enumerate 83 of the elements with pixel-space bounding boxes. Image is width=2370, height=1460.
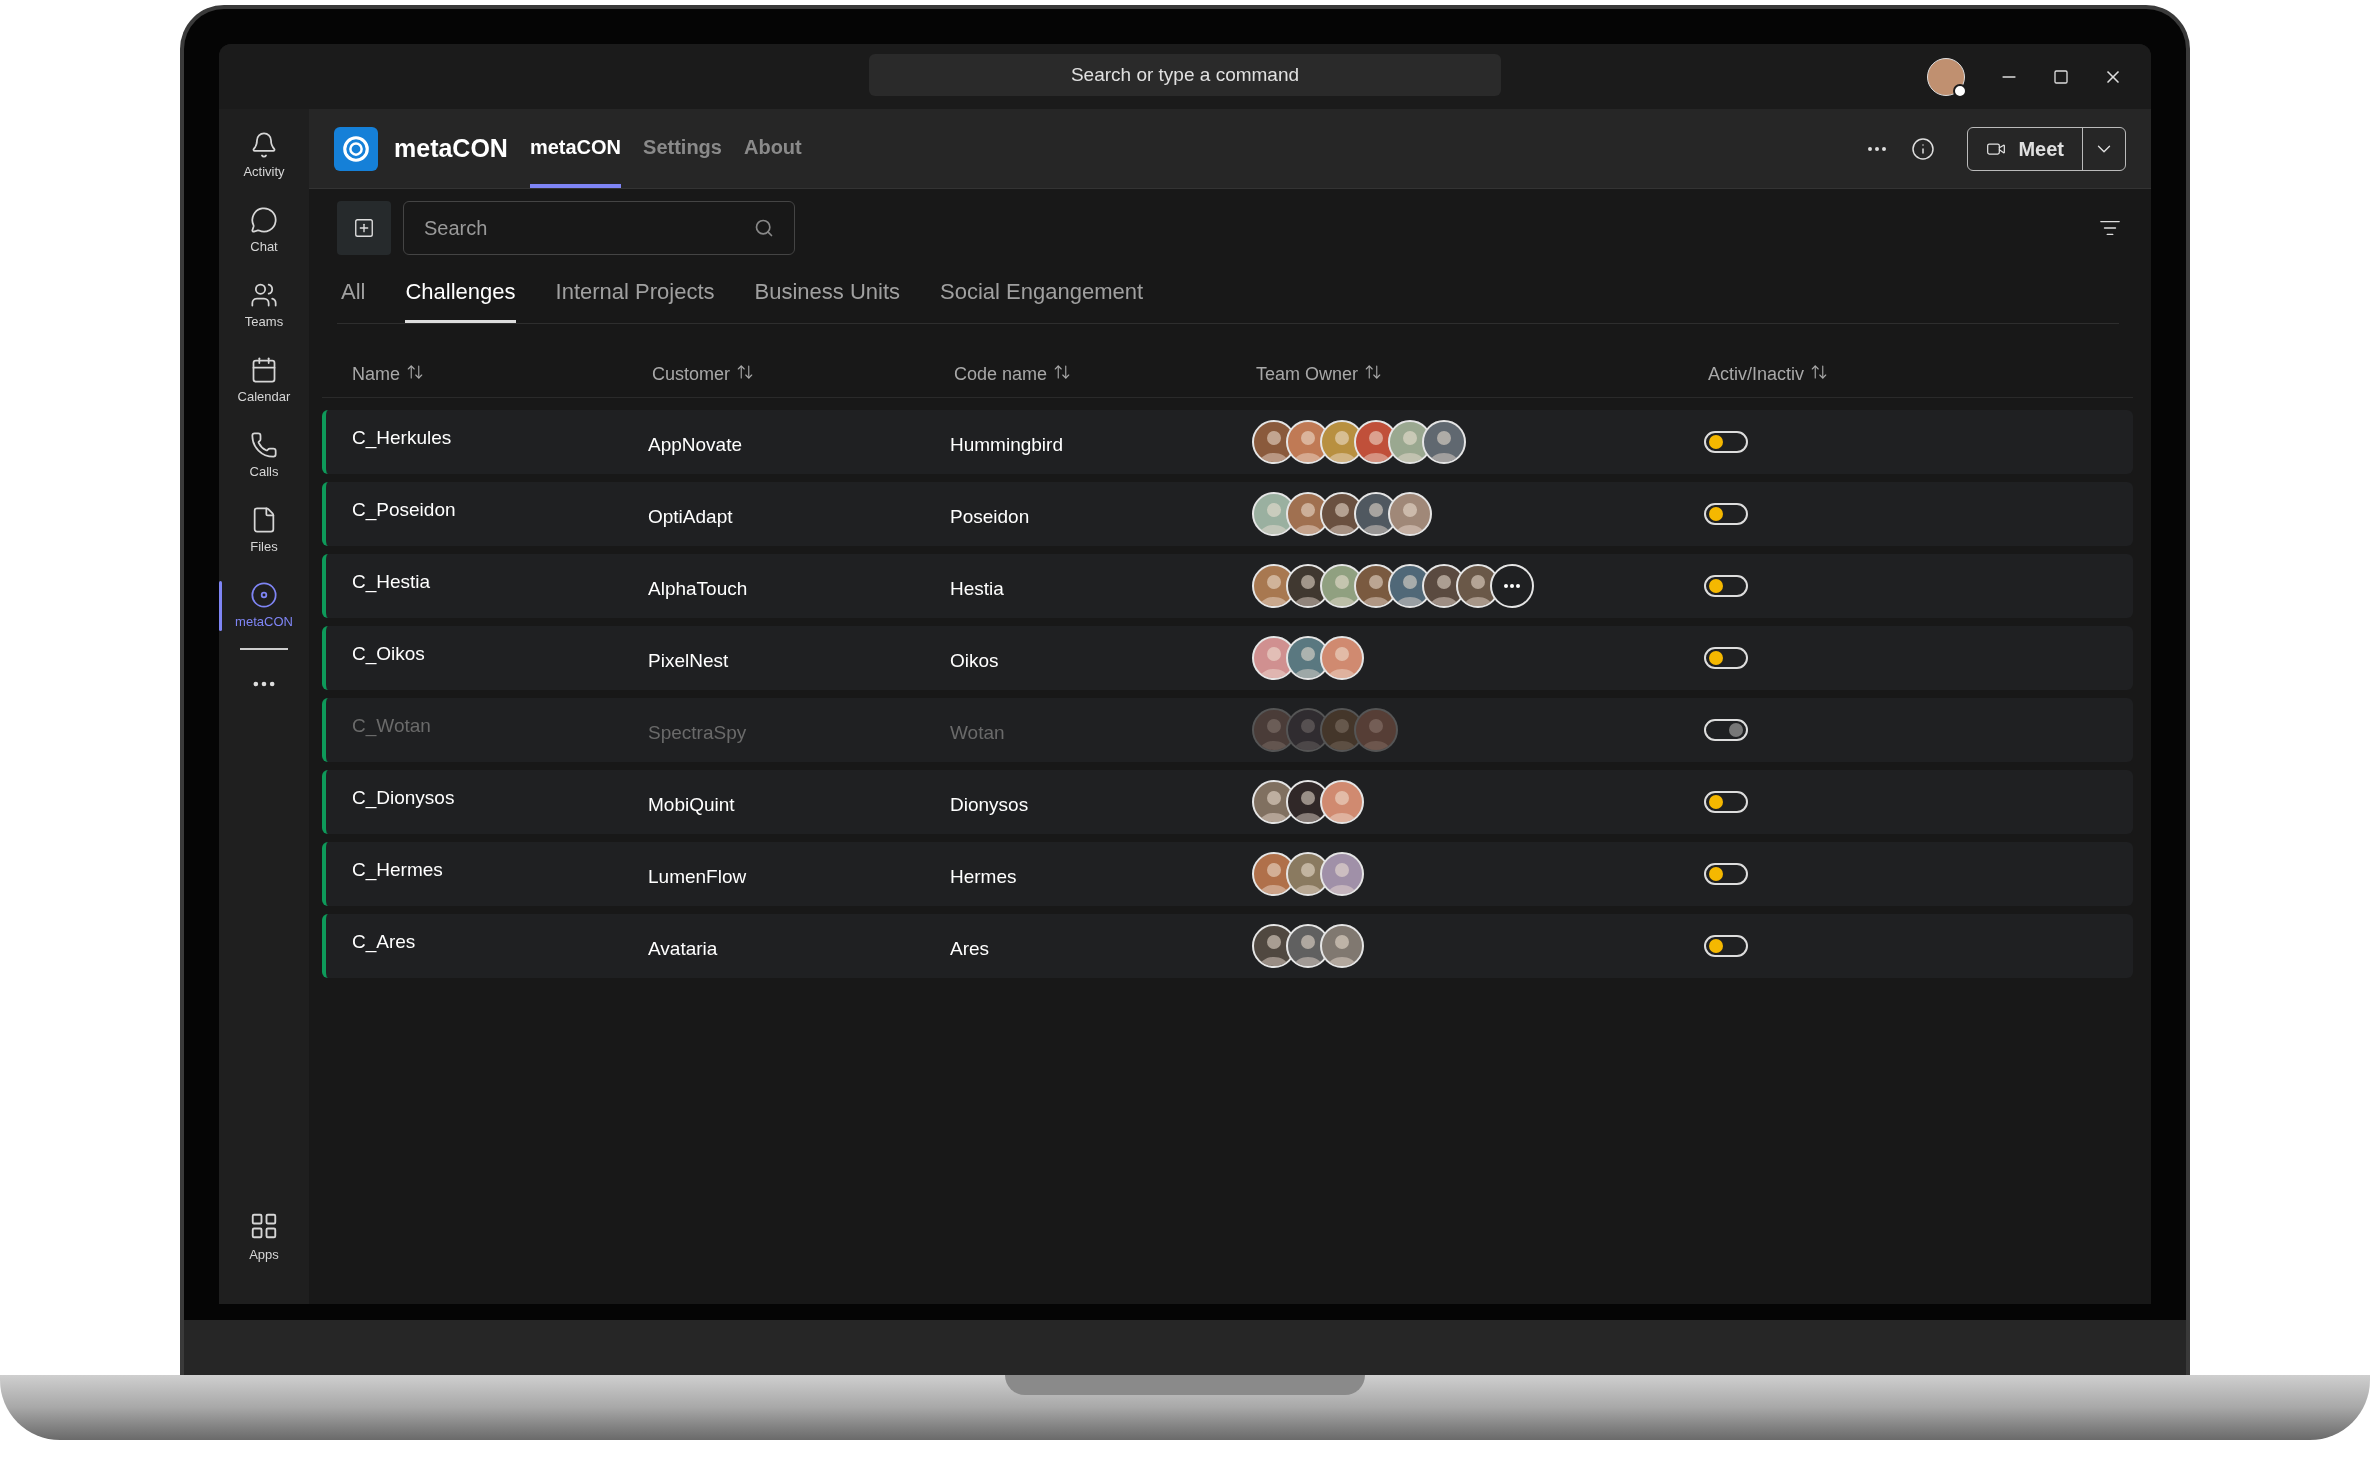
toggle-switch[interactable] xyxy=(1704,719,1748,741)
sort-icon[interactable] xyxy=(736,362,755,381)
table-cell-text: C_Dionysos xyxy=(352,785,456,811)
table-cell-text: OptiAdapt xyxy=(648,504,734,529)
sort-icon[interactable] xyxy=(1364,362,1383,381)
table-cell-text: C_Oikos xyxy=(352,641,426,667)
table-cell-text: MobiQuint xyxy=(648,792,736,817)
table-cell-text: C_Poseidon xyxy=(352,497,457,523)
table-cell-text: Ares xyxy=(950,936,991,961)
add-icon xyxy=(353,217,375,239)
table-cell-text: C_Hermes xyxy=(352,857,444,883)
table-cell-text: Oikos xyxy=(950,648,1000,673)
table-row[interactable]: C_Hermes LumenFlow Hermes xyxy=(322,842,2133,906)
header-tab[interactable]: metaCON xyxy=(529,109,622,188)
table-cell-text: C_Hestia xyxy=(352,569,432,595)
table-cell-text: AlphaTouch xyxy=(648,576,749,601)
toggle-switch[interactable] xyxy=(1704,935,1748,957)
more-icon xyxy=(1504,584,1520,588)
table-row[interactable]: C_Hestia AlphaTouch Hestia xyxy=(322,554,2133,618)
toggle-switch[interactable] xyxy=(1704,791,1748,813)
table-cell-text: C_Wotan xyxy=(352,713,432,739)
ring-icon xyxy=(341,133,371,164)
column-header[interactable]: Customer xyxy=(652,361,731,388)
category-tab[interactable]: Business Units xyxy=(754,273,900,323)
user-avatar[interactable] xyxy=(1927,57,1965,96)
rail-item[interactable]: Activity xyxy=(219,119,309,194)
table-cell-text: Avataria xyxy=(648,936,719,961)
table-cell-text: Wotan xyxy=(950,720,1006,745)
column-header[interactable]: Team Owner xyxy=(1256,361,1359,388)
table-row[interactable]: C_Dionysos MobiQuint Dionysos xyxy=(322,770,2133,834)
column-header[interactable]: Code name xyxy=(954,361,1048,388)
table-row[interactable]: C_Herkules AppNovate Hummingbird xyxy=(322,410,2133,474)
rail-item[interactable]: Teams xyxy=(219,269,309,344)
table-cell-text: LumenFlow xyxy=(648,864,748,889)
search-icon xyxy=(754,218,774,238)
header-tab[interactable]: Settings xyxy=(643,109,722,188)
selection-bar xyxy=(219,581,222,631)
sort-icon[interactable] xyxy=(1810,362,1829,381)
category-tab[interactable]: Social Engangement xyxy=(940,273,1144,323)
table-cell-text: PixelNest xyxy=(648,648,730,673)
table-row[interactable]: C_Ares Avataria Ares xyxy=(322,914,2133,978)
calendar-icon xyxy=(250,356,278,385)
category-tab[interactable]: All xyxy=(341,273,366,323)
table-cell-text: SpectraSpy xyxy=(648,720,748,745)
chat-icon xyxy=(250,206,278,235)
table-row[interactable]: C_Poseidon OptiAdapt Poseidon xyxy=(322,482,2133,546)
toggle-switch[interactable] xyxy=(1704,575,1748,597)
bell-icon xyxy=(250,131,278,160)
table-cell-text: AppNovate xyxy=(648,432,743,457)
rail-item[interactable]: Chat xyxy=(219,194,309,269)
toggle-switch[interactable] xyxy=(1704,647,1748,669)
command-search-field[interactable]: Search or type a command xyxy=(869,54,1501,96)
apps-button[interactable]: Apps xyxy=(249,1210,279,1264)
more-owners-button[interactable] xyxy=(1490,564,1534,608)
table-row[interactable]: C_Oikos PixelNest Oikos xyxy=(322,626,2133,690)
info-icon[interactable] xyxy=(1911,136,1936,161)
add-button[interactable] xyxy=(337,201,391,255)
sort-icon[interactable] xyxy=(1053,362,1072,381)
phone-icon xyxy=(250,431,278,460)
maximize-icon[interactable] xyxy=(2053,68,2069,85)
column-header[interactable]: Activ/Inactiv xyxy=(1708,361,1805,388)
table-cell-text: C_Ares xyxy=(352,929,417,955)
column-header[interactable]: Name xyxy=(352,361,400,388)
table-cell-text: Poseidon xyxy=(950,504,1031,529)
ring-icon xyxy=(250,581,278,610)
table-cell-text: Hermes xyxy=(950,864,1018,889)
table-cell-text: Hestia xyxy=(950,576,1005,601)
category-tab[interactable]: Challenges xyxy=(405,273,516,323)
table-cell-text: Dionysos xyxy=(950,792,1030,817)
table-cell-text: Hummingbird xyxy=(950,432,1064,457)
sort-icon[interactable] xyxy=(406,362,424,381)
app-title: metaCON xyxy=(394,132,508,164)
toggle-switch[interactable] xyxy=(1704,431,1748,453)
category-tab[interactable]: Internal Projects xyxy=(555,273,715,323)
table-cell-text: C_Herkules xyxy=(352,425,453,451)
rail-item[interactable]: Calls xyxy=(219,419,309,494)
rail-item[interactable]: Files xyxy=(219,494,309,569)
rail-item[interactable]: Calendar xyxy=(219,344,309,419)
toggle-switch[interactable] xyxy=(1704,503,1748,525)
header-tab[interactable]: About xyxy=(743,109,802,188)
toggle-switch[interactable] xyxy=(1704,863,1748,885)
search-field[interactable]: Search xyxy=(403,201,795,255)
rail-item[interactable]: metaCON xyxy=(219,569,309,644)
